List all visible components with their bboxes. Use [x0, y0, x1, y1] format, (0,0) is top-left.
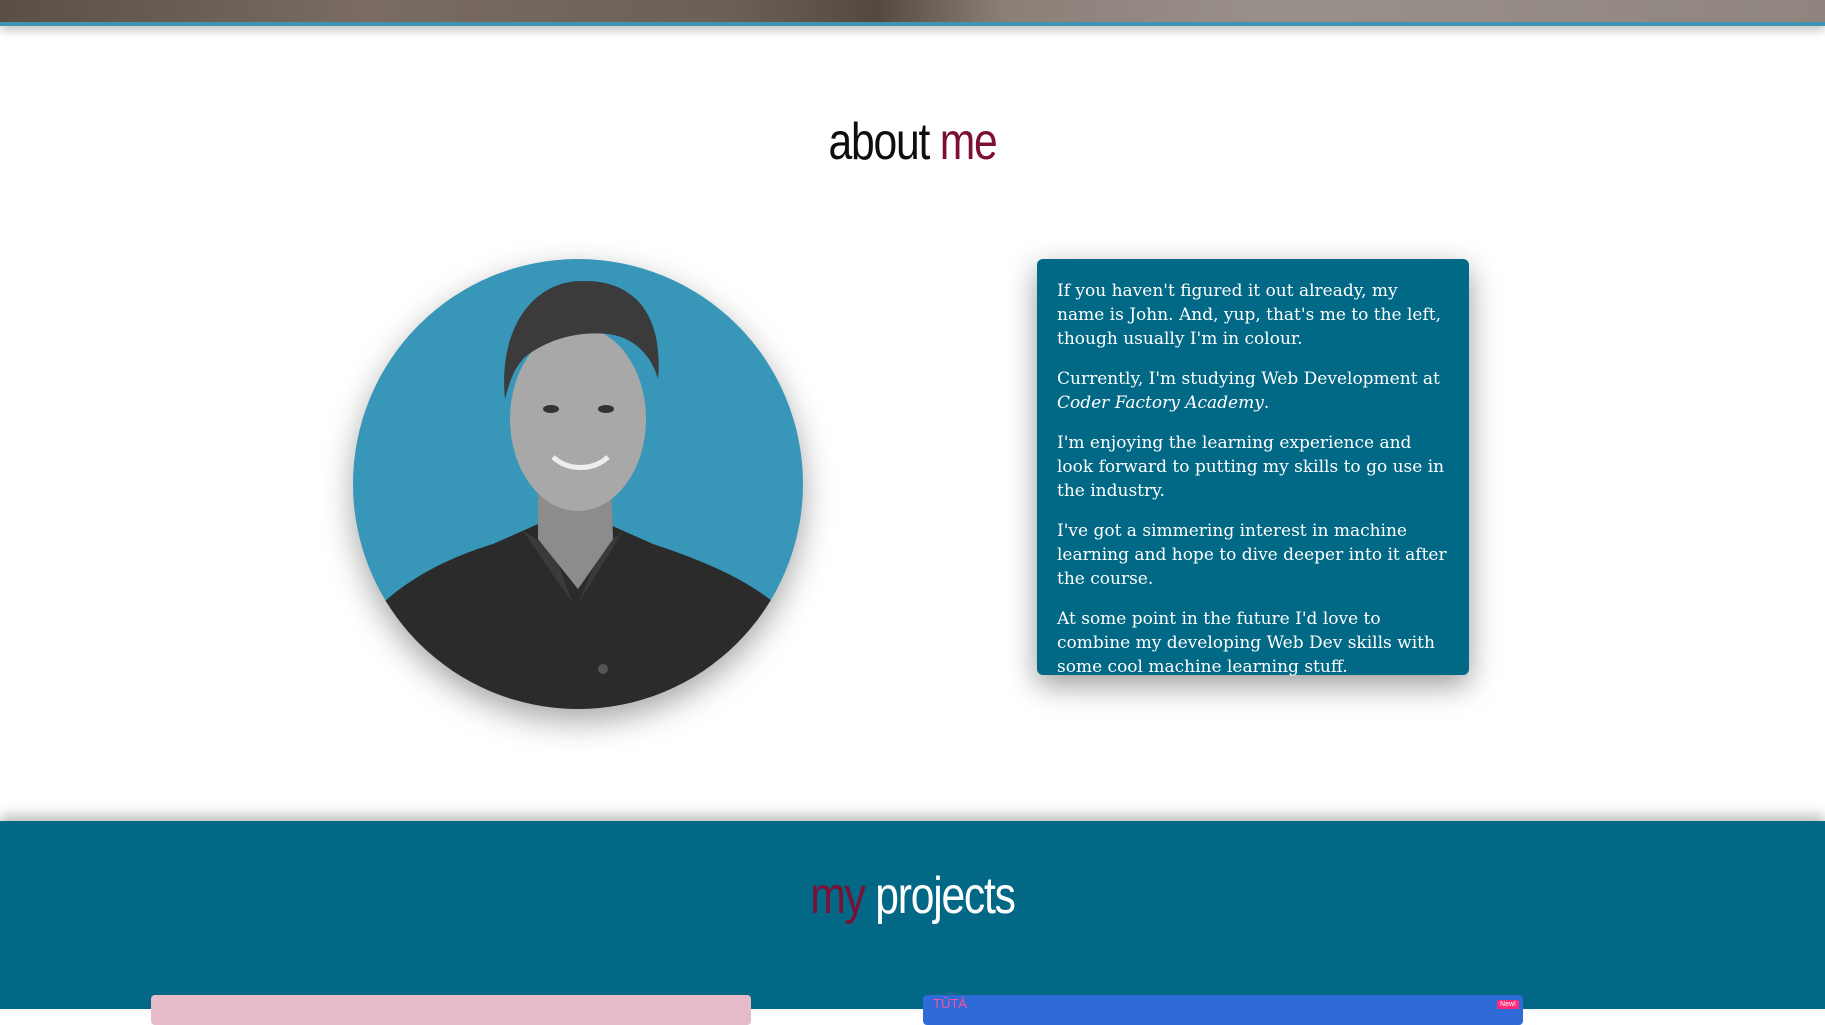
projects-title-accent: my — [810, 867, 866, 925]
project-card-1[interactable] — [151, 995, 751, 1025]
about-title-accent: me — [939, 113, 998, 171]
about-title-word: about — [828, 113, 931, 171]
profile-photo — [353, 259, 803, 709]
project-card-2[interactable]: TŪTĀ New! — [923, 995, 1523, 1025]
new-badge: New! — [1497, 1000, 1519, 1009]
school-name: Coder Factory Academy — [1057, 393, 1264, 413]
bio-paragraph: Currently, I'm studying Web Development … — [1057, 367, 1449, 415]
bio-paragraph: I've got a simmering interest in machine… — [1057, 521, 1447, 589]
bio-text: . — [1263, 393, 1270, 413]
projects-title-word: projects — [875, 867, 1016, 925]
bio-card: If you haven't figured it out already, m… — [1037, 259, 1469, 677]
projects-section-title: my projects — [164, 866, 1661, 926]
about-section-title: about me — [164, 112, 1661, 172]
hero-image-strip — [0, 0, 1825, 26]
bio-paragraph: I'm enjoying the learning experience and… — [1057, 433, 1445, 501]
bio-text: Currently, I'm studying Web Development … — [1057, 369, 1440, 389]
bio-paragraph: If you haven't figured it out already, m… — [1057, 281, 1442, 349]
bio-paragraph: At some point in the future I'd love to … — [1057, 609, 1435, 677]
